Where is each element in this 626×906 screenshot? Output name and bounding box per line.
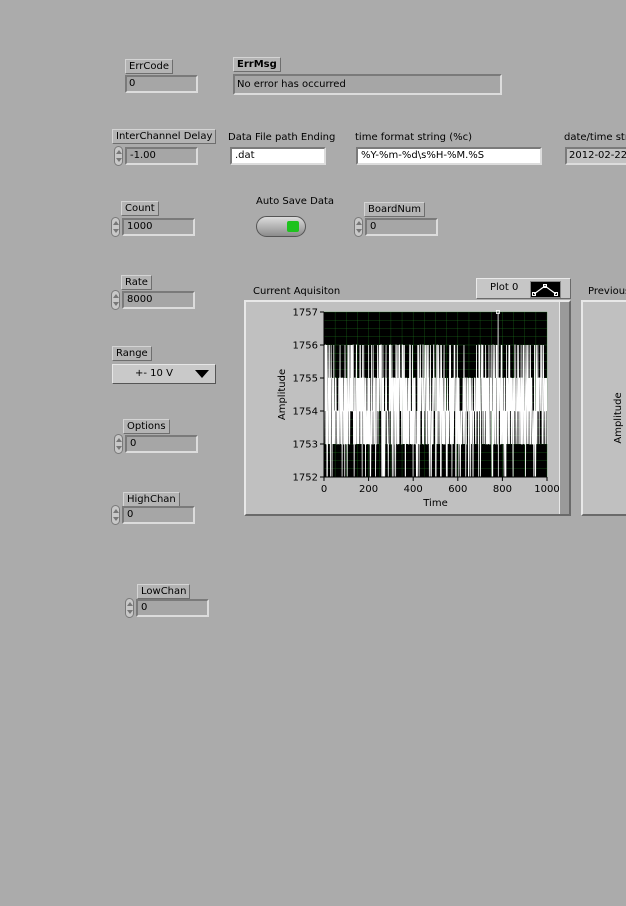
y-tick-label: 1756 [293, 341, 318, 352]
decrement-icon[interactable] [113, 517, 119, 521]
increment-icon[interactable] [116, 438, 122, 442]
increment-icon[interactable] [116, 150, 122, 154]
y-axis-label: Amplitude [277, 369, 288, 420]
y-tick-label: 1753 [293, 440, 318, 451]
boardnum-spinner[interactable] [354, 217, 363, 237]
errcode-label: ErrCode [125, 59, 173, 74]
decrement-icon[interactable] [356, 229, 362, 233]
decrement-icon[interactable] [116, 446, 122, 450]
range-dropdown[interactable]: +- 10 V [112, 364, 216, 384]
interchannel-delay-spinner[interactable] [114, 146, 123, 166]
rate-spinner[interactable] [111, 290, 120, 310]
x-tick-label: 200 [359, 484, 378, 495]
datetime-label: date/time str [564, 132, 626, 143]
count-field[interactable]: 1000 [122, 218, 195, 236]
time-format-label: time format string (%c) [355, 132, 473, 143]
increment-icon[interactable] [113, 509, 119, 513]
plot-legend-label: Plot 0 [490, 282, 519, 293]
options-field[interactable]: 0 [125, 435, 198, 453]
errcode-indicator: 0 [125, 75, 198, 93]
boardnum-field[interactable]: 0 [365, 218, 438, 236]
count-label: Count [121, 201, 159, 216]
previous-graph-title: Previous [588, 286, 626, 297]
plot-legend[interactable]: Plot 0 [476, 278, 571, 299]
increment-icon[interactable] [113, 294, 119, 298]
rate-field[interactable]: 8000 [122, 291, 195, 309]
y-tick-label: 1757 [293, 308, 318, 319]
previous-graph-axis: Amplitude [613, 392, 624, 443]
interchannel-delay-label: InterChannel Delay [112, 129, 217, 144]
increment-icon[interactable] [356, 221, 362, 225]
graph-title: Current Aquisiton [253, 286, 341, 297]
highchan-field[interactable]: 0 [122, 506, 195, 524]
x-tick-label: 400 [404, 484, 423, 495]
options-spinner[interactable] [114, 434, 123, 454]
previous-graph-ylabel: Amplitude [613, 392, 624, 443]
x-tick-label: 800 [493, 484, 512, 495]
highchan-label: HighChan [123, 492, 180, 507]
highchan-spinner[interactable] [111, 505, 120, 525]
data-file-ending-label: Data File path Ending [228, 132, 336, 143]
interchannel-delay-field[interactable]: -1.00 [125, 147, 198, 165]
current-acquisition-chart: 0 200 400 600 800 1000 1752 1753 1754 1755 1756 175… [277, 308, 560, 510]
lowchan-spinner[interactable] [125, 598, 134, 618]
errmsg-indicator: No error has occurred [233, 74, 502, 95]
plot-style-icon[interactable] [530, 281, 561, 298]
range-value: +- 10 V [135, 368, 173, 379]
rate-label: Rate [121, 275, 152, 290]
y-tick-label: 1752 [293, 473, 318, 484]
decrement-icon[interactable] [113, 302, 119, 306]
time-format-field[interactable]: %Y-%m-%d\s%H-%M.%S [356, 147, 542, 165]
increment-icon[interactable] [113, 221, 119, 225]
lowchan-label: LowChan [137, 584, 191, 599]
errmsg-label: ErrMsg [233, 57, 281, 72]
decrement-icon[interactable] [116, 158, 122, 162]
auto-save-label: Auto Save Data [256, 196, 334, 207]
datetime-indicator: 2012-02-22 [565, 147, 626, 165]
y-tick-label: 1755 [293, 374, 318, 385]
x-tick-label: 1000 [534, 484, 559, 495]
range-label: Range [112, 346, 152, 361]
led-lamp-icon [287, 221, 299, 232]
count-spinner[interactable] [111, 217, 120, 237]
boardnum-label: BoardNum [364, 202, 425, 217]
x-axis-label: Time [422, 498, 447, 509]
increment-icon[interactable] [127, 602, 133, 606]
lowchan-field[interactable]: 0 [136, 599, 209, 617]
x-tick-label: 0 [321, 484, 327, 495]
data-file-ending-field[interactable]: .dat [230, 147, 326, 165]
decrement-icon[interactable] [113, 229, 119, 233]
y-tick-label: 1754 [293, 407, 318, 418]
x-tick-label: 600 [448, 484, 467, 495]
auto-save-toggle[interactable] [256, 216, 306, 237]
decrement-icon[interactable] [127, 610, 133, 614]
options-label: Options [123, 419, 170, 434]
dropdown-arrow-icon[interactable] [195, 370, 209, 378]
